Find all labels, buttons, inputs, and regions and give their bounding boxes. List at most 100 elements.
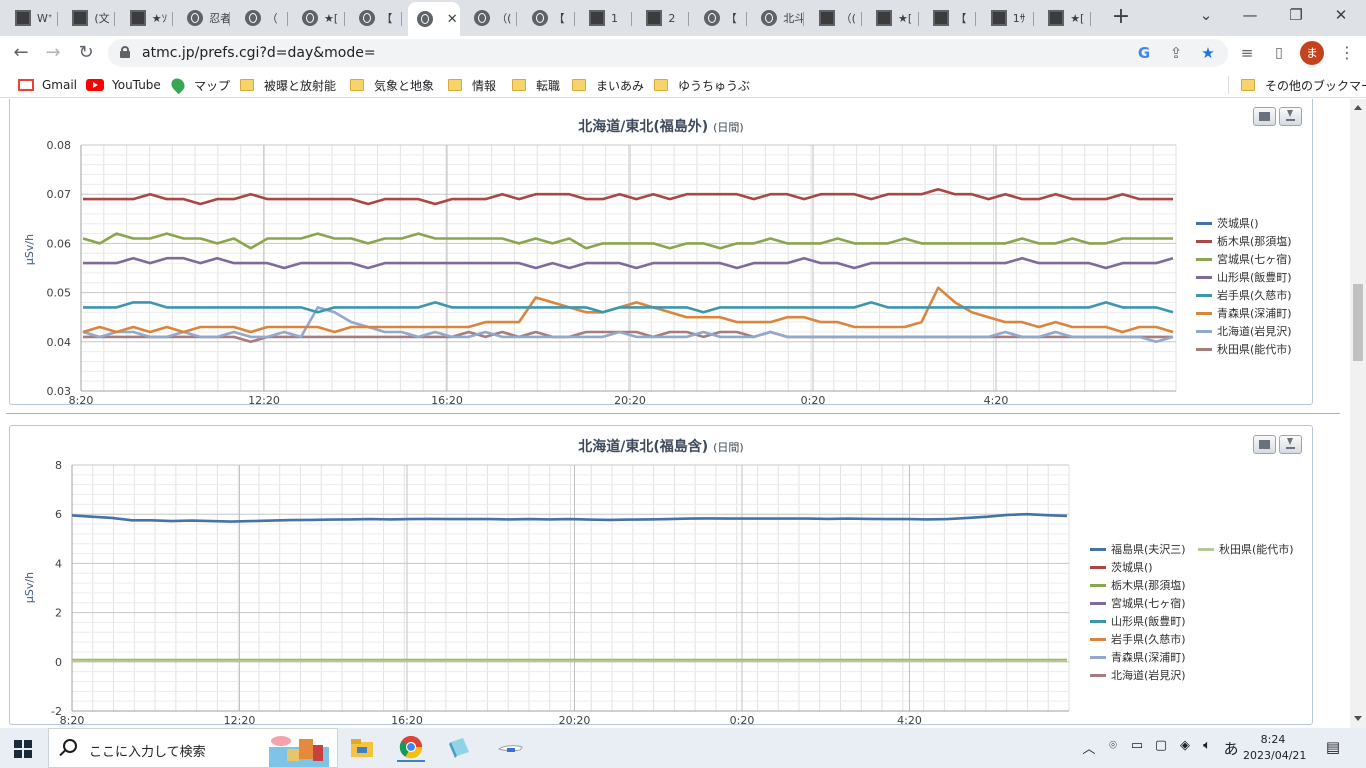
bookmark-folder[interactable]: ゆうちゅうぶ — [654, 76, 750, 94]
profile-avatar[interactable]: ま — [1300, 41, 1324, 65]
legend-item[interactable]: 北海道(岩見沢) — [1090, 668, 1186, 682]
browser-tab[interactable]: （ — [236, 4, 288, 32]
tab-title: ★ｿ — [151, 12, 168, 25]
browser-tab[interactable]: 【 — [924, 4, 977, 32]
legend-item[interactable]: 青森県(深浦町) — [1196, 306, 1292, 320]
bookmark-folder[interactable]: 気象と地象 — [350, 76, 434, 94]
tab-search-chevron-icon[interactable]: ⌄ — [1196, 6, 1216, 24]
side-panel-icon[interactable]: ▯ — [1266, 40, 1292, 66]
url-text[interactable]: atmc.jp/prefs.cgi?d=day&mode= — [142, 45, 376, 61]
windows-start-icon[interactable] — [14, 740, 32, 758]
browser-tab[interactable]: (文 — [63, 4, 116, 32]
bookmark-folder[interactable]: 転職 — [512, 76, 560, 94]
bookmark-folder[interactable]: まいあみ — [572, 76, 644, 94]
airplane-app-icon[interactable] — [496, 734, 524, 762]
browser-tab-active[interactable]: ✕ — [407, 2, 460, 36]
legend-label: 北海道(岩見沢) — [1111, 669, 1186, 682]
bookmark-maps[interactable]: マップ — [168, 75, 230, 95]
scroll-up-arrow-icon[interactable] — [1354, 105, 1362, 110]
menu-icon[interactable]: ⋮ — [1334, 40, 1360, 66]
taskbar-search-box[interactable]: ここに入力して検索 — [48, 728, 338, 768]
legend-item[interactable]: 山形県(飯豊町) — [1090, 614, 1186, 628]
ime-mode-indicator[interactable]: あ — [1222, 738, 1240, 759]
lock-icon[interactable] — [120, 46, 130, 58]
tray-overflow-chevron-icon[interactable]: ︿ — [1080, 738, 1098, 757]
browser-tab[interactable]: ★[ — [867, 4, 919, 32]
gmail-icon — [18, 79, 34, 91]
browser-tab[interactable]: ★ｿ — [121, 4, 173, 32]
legend-item[interactable]: 宮城県(七ヶ宿) — [1196, 252, 1292, 266]
legend-item[interactable]: 岩手県(久慈市) — [1196, 288, 1292, 302]
browser-tab[interactable]: Wᐩ — [6, 4, 58, 32]
other-bookmarks[interactable]: その他のブックマーク — [1228, 76, 1366, 94]
volume-icon[interactable]: 🔈︎ — [1198, 738, 1216, 753]
legend-swatch — [1196, 221, 1212, 225]
bookmark-label: Gmail — [42, 78, 78, 92]
battery-icon[interactable]: ▭ — [1128, 738, 1146, 753]
notification-center-icon[interactable]: ▤ — [1324, 738, 1342, 756]
close-window-button[interactable]: ✕ — [1331, 6, 1351, 24]
y-tick-label: 4 — [55, 557, 62, 570]
google-translate-icon[interactable]: G — [1134, 43, 1154, 63]
bookmark-folder[interactable]: 情報 — [448, 76, 496, 94]
meet-now-icon[interactable]: ⌾ — [1104, 738, 1122, 753]
taskbar-clock[interactable]: 8:24 2023/04/21 — [1243, 732, 1306, 764]
x-tick-label: 16:20 — [431, 394, 463, 406]
legend-item[interactable]: 茨城県() — [1090, 560, 1153, 574]
tab-title: 1 — [611, 11, 618, 25]
browser-tab[interactable]: ★[ — [293, 4, 345, 32]
back-button[interactable]: ← — [8, 40, 34, 66]
legend-item[interactable]: 秋田県(能代市) — [1198, 542, 1294, 556]
notepad-app-icon[interactable] — [446, 734, 474, 762]
legend-swatch — [1196, 275, 1212, 279]
x-tick-label: 20:20 — [614, 394, 646, 406]
browser-tab[interactable]: 2 — [637, 4, 690, 32]
bookmark-folder[interactable]: 被曝と放射能 — [240, 76, 336, 94]
browser-tab[interactable]: （( — [465, 4, 518, 32]
tab-title: 【 — [381, 12, 393, 25]
new-tab-button[interactable]: + — [1109, 5, 1133, 29]
scroll-down-arrow-icon[interactable] — [1354, 716, 1362, 721]
share-icon[interactable]: ⇪ — [1166, 43, 1186, 63]
page-content: 北海道/東北(福島外) (日間) μSv/h 0.08 0.07 0.06 0.05 0… — [0, 99, 1350, 728]
browser-tab[interactable]: 1ｻ — [982, 4, 1034, 32]
browser-tab[interactable]: 北斗 — [752, 4, 805, 32]
bookmark-gmail[interactable]: Gmail — [18, 76, 77, 94]
forward-button[interactable]: → — [40, 40, 66, 66]
legend-item[interactable]: 宮城県(七ヶ宿) — [1090, 596, 1186, 610]
legend-item[interactable]: 青森県(深浦町) — [1090, 650, 1186, 664]
legend-item[interactable]: 北海道(岩見沢) — [1196, 324, 1292, 338]
legend-item[interactable]: 栃木県(那須塩) — [1090, 578, 1186, 592]
minimize-button[interactable]: — — [1240, 6, 1260, 24]
browser-tab[interactable]: （( — [810, 4, 862, 32]
display-icon[interactable]: ▢ — [1152, 738, 1170, 753]
reading-list-icon[interactable]: ≡ — [1234, 40, 1260, 66]
page-scrollbar[interactable] — [1350, 99, 1366, 728]
browser-tab[interactable]: 【 — [350, 4, 403, 32]
legend-label: 栃木県(那須塩) — [1111, 579, 1186, 592]
browser-tab[interactable]: 1 — [580, 4, 632, 32]
legend-item[interactable]: 岩手県(久慈市) — [1090, 632, 1186, 646]
legend-item[interactable]: 秋田県(能代市) — [1196, 342, 1292, 356]
legend-item[interactable]: 山形県(飯豊町) — [1196, 270, 1292, 284]
chrome-taskbar-icon[interactable] — [397, 734, 425, 762]
bookmark-star-icon[interactable]: ★ — [1198, 43, 1218, 63]
legend-item[interactable]: 茨城県() — [1196, 216, 1259, 230]
browser-tab[interactable]: 【 — [523, 4, 575, 32]
browser-tab[interactable]: ★[ — [1039, 4, 1092, 32]
scrollbar-thumb[interactable] — [1353, 284, 1363, 361]
browser-tab[interactable]: 忍者 — [178, 4, 231, 32]
tab-close-icon[interactable]: ✕ — [447, 12, 458, 27]
address-bar[interactable]: atmc.jp/prefs.cgi?d=day&mode= G ⇪ ★ — [108, 39, 1228, 67]
tab-separator — [401, 12, 403, 26]
bookmark-youtube[interactable]: YouTube — [86, 76, 161, 94]
legend-label: 茨城県() — [1217, 217, 1259, 230]
restore-button[interactable]: ❐ — [1286, 6, 1306, 24]
tab-separator — [631, 12, 632, 26]
network-icon[interactable]: ◈ — [1176, 738, 1194, 753]
legend-item[interactable]: 栃木県(那須塩) — [1196, 234, 1292, 248]
browser-tab[interactable]: 【 — [695, 4, 747, 32]
reload-button[interactable]: ↻ — [73, 40, 99, 66]
legend-item[interactable]: 福島県(夫沢三) — [1090, 542, 1186, 556]
file-explorer-icon[interactable] — [348, 734, 376, 762]
